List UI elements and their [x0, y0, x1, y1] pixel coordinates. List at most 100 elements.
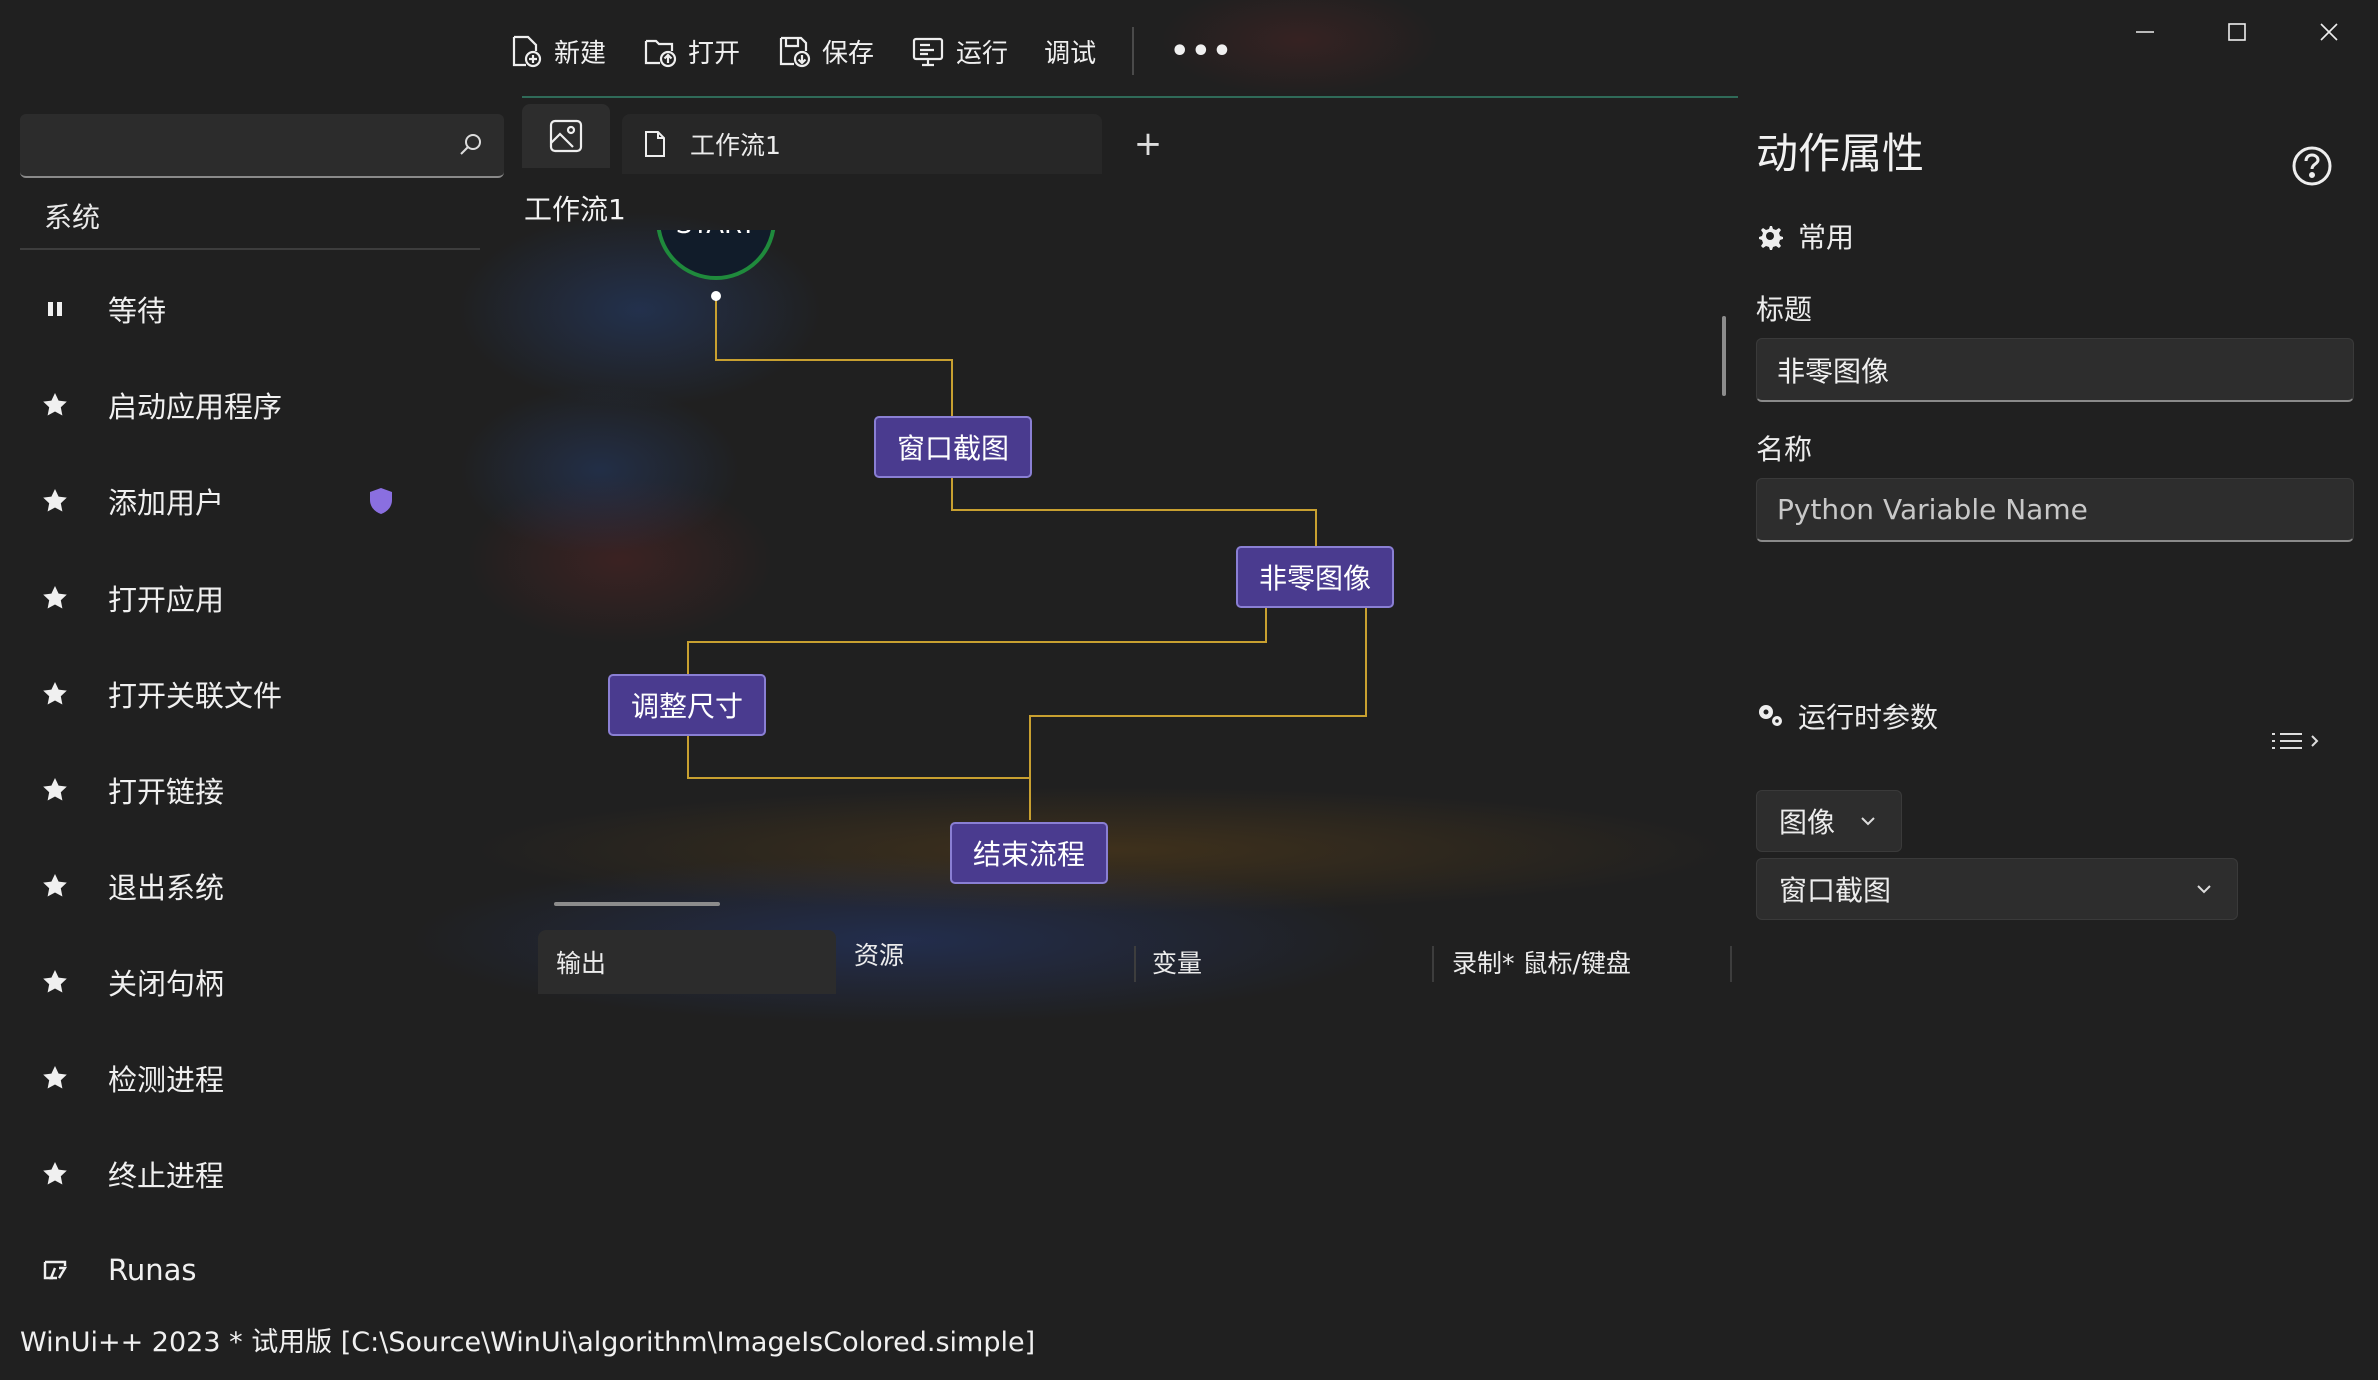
new-file-icon [512, 35, 542, 68]
sidebar-item-open-link[interactable]: 打开链接 [20, 755, 480, 825]
sidebar-item-label: 退出系统 [108, 871, 225, 905]
maximize-icon [2228, 23, 2246, 41]
tab-record-mouse-keyboard[interactable]: 录制* 鼠标/键盘 [1452, 930, 1722, 994]
canvas-horizontal-scrollbar[interactable] [554, 902, 720, 906]
save-icon [779, 36, 811, 68]
open-button-label: 打开 [688, 38, 741, 69]
sidebar-item-label: 打开链接 [108, 775, 225, 809]
sidebar-item-open-associated-file[interactable]: 打开关联文件 [20, 659, 480, 729]
sidebar-item-label: 等待 [108, 294, 167, 328]
runtime-section-label: 运行时参数 [1798, 701, 1939, 734]
common-section-header: 常用 [1756, 216, 1854, 256]
connector-lines [683, 291, 1371, 883]
canvas-vertical-scrollbar[interactable] [1722, 316, 1726, 396]
search-icon[interactable] [456, 130, 486, 160]
sidebar-item-kill-process[interactable]: 终止进程 [20, 1139, 480, 1209]
connector-capture-nonzero [951, 474, 1317, 550]
status-bar-text: WinUi++ 2023 * 试用版 [C:\Source\WinUi\algo… [20, 1327, 1036, 1358]
search-box [20, 114, 504, 178]
new-button[interactable]: 新建 [490, 20, 624, 82]
sidebar-item-label: 终止进程 [108, 1159, 225, 1193]
sidebar-item-launch-app[interactable]: 启动应用程序 [20, 370, 480, 440]
sidebar-item-label: Runas [108, 1253, 197, 1287]
connector-resize-end [687, 732, 1030, 779]
gears-icon [1759, 705, 1782, 726]
param-type-dropdown[interactable]: 图像 [1756, 790, 1902, 852]
sidebar-item-exit-system[interactable]: 退出系统 [20, 851, 480, 921]
help-icon[interactable] [2290, 144, 2334, 188]
close-button[interactable] [2294, 10, 2364, 54]
workflow-title: 工作流1 [524, 193, 626, 226]
star-icon [43, 874, 67, 897]
save-button-label: 保存 [822, 38, 875, 69]
category-divider [20, 248, 480, 250]
toolbar: 新建 打开 保存 运行 调试 ••• [490, 20, 1252, 82]
pause-icon [48, 302, 62, 316]
run-icon [912, 37, 944, 67]
node-resize[interactable]: 调整尺寸 [608, 674, 766, 736]
common-section-label: 常用 [1798, 221, 1855, 254]
sidebar-item-label: 打开应用 [108, 583, 225, 617]
sidebar-item-add-user[interactable]: 添加用户 [20, 466, 480, 536]
sidebar-item-label: 检测进程 [108, 1063, 225, 1097]
image-icon [549, 119, 583, 153]
runtime-section-header: 运行时参数 [1756, 696, 1938, 736]
minimize-button[interactable] [2110, 10, 2180, 54]
document-icon [645, 131, 665, 157]
shield-icon [370, 488, 392, 514]
port-dot [711, 291, 721, 301]
node-nonzero-image[interactable]: 非零图像 [1236, 546, 1394, 608]
image-view-tab[interactable] [522, 104, 610, 168]
open-button[interactable]: 打开 [624, 20, 758, 82]
sidebar-item-runas[interactable]: Runas [20, 1235, 480, 1305]
param-value-text: 窗口截图 [1779, 874, 1892, 907]
tab-variables[interactable]: 变量 [1152, 930, 1422, 994]
caption-field-box [1756, 338, 2354, 402]
caption-label: 标题 [1756, 293, 1813, 326]
tab-separator [1432, 946, 1434, 982]
tab-resources[interactable]: 资源 [854, 922, 1114, 986]
node-window-capture[interactable]: 窗口截图 [874, 416, 1032, 478]
node-end-flow[interactable]: 结束流程 [950, 822, 1108, 884]
tab-strip-accent-line [522, 96, 1738, 98]
sidebar-item-label: 添加用户 [108, 486, 225, 520]
tab-resources-label: 资源 [854, 941, 905, 970]
run-button-label: 运行 [956, 38, 1009, 69]
tab-workflow1[interactable]: 工作流1 [622, 114, 1102, 174]
list-view-toggle-icon[interactable] [2268, 726, 2328, 756]
chevron-down-icon [2197, 885, 2211, 894]
run-button[interactable]: 运行 [892, 20, 1026, 82]
connector-nonzero-end [1029, 604, 1367, 820]
star-icon [43, 970, 67, 993]
caption-field[interactable] [1757, 339, 2353, 400]
category-label: 系统 [44, 201, 101, 234]
tab-variables-label: 变量 [1152, 949, 1203, 978]
save-button[interactable]: 保存 [758, 20, 892, 82]
chevron-down-icon [1861, 817, 1875, 826]
maximize-button[interactable] [2202, 10, 2272, 54]
sidebar-item-detect-process[interactable]: 检测进程 [20, 1043, 480, 1113]
runas-icon [43, 1260, 68, 1280]
debug-button-label: 调试 [1044, 38, 1097, 69]
sidebar-item-wait[interactable]: 等待 [20, 274, 480, 344]
param-value-dropdown[interactable]: 窗口截图 [1756, 858, 2238, 920]
close-icon [2320, 23, 2338, 41]
sidebar-item-open-app[interactable]: 打开应用 [20, 563, 480, 633]
tab-output[interactable]: 输出 [538, 930, 836, 994]
tab-output-label: 输出 [556, 949, 607, 978]
star-icon [43, 586, 67, 609]
sidebar-item-close-handle[interactable]: 关闭句柄 [20, 947, 480, 1017]
workflow-canvas[interactable]: START 窗口截图 非零图像 调整尺寸 结束流程 [522, 230, 1732, 890]
gear-icon [1759, 226, 1783, 250]
add-tab-button[interactable]: + [1128, 122, 1168, 166]
tab-separator [1134, 946, 1136, 982]
minimize-icon [2136, 31, 2154, 33]
name-field[interactable] [1757, 479, 2353, 540]
search-input[interactable] [36, 124, 436, 168]
new-button-label: 新建 [554, 38, 607, 69]
star-icon [43, 1066, 67, 1089]
param-type-value: 图像 [1779, 806, 1836, 839]
more-button[interactable]: ••• [1152, 20, 1252, 82]
debug-button[interactable]: 调试 [1026, 20, 1114, 82]
star-icon [43, 1162, 67, 1185]
